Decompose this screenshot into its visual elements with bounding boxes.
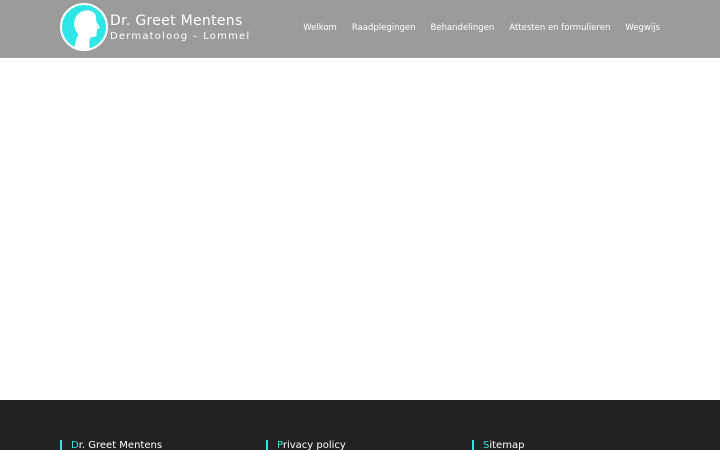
footer-heading-privacy-policy[interactable]: Privacy policy bbox=[266, 440, 346, 450]
face-profile-icon[interactable] bbox=[60, 3, 108, 51]
footer-heading-text: r. Greet Mentens bbox=[78, 440, 163, 450]
brand-subtitle: Dermatoloog – Lommel bbox=[110, 31, 251, 42]
site-footer: Dr. Greet Mentens Privacy policy Sitemap bbox=[0, 400, 720, 450]
footer-heading-text: rivacy policy bbox=[282, 440, 346, 450]
brand[interactable]: Dr. Greet Mentens Dermatoloog – Lommel bbox=[110, 13, 250, 43]
footer-heading-dr-greet-mentens: Dr. Greet Mentens bbox=[60, 440, 162, 450]
nav-item-welkom[interactable]: Welkom bbox=[303, 22, 337, 34]
main-content bbox=[0, 58, 720, 400]
main-nav: Welkom Raadplegingen Behandelingen Attes… bbox=[303, 22, 660, 34]
footer-heading-text: itemap bbox=[489, 440, 525, 450]
nav-item-attesten-en-formulieren[interactable]: Attesten en formulieren bbox=[509, 22, 610, 34]
nav-item-behandelingen[interactable]: Behandelingen bbox=[431, 22, 495, 34]
footer-heading-sitemap[interactable]: Sitemap bbox=[472, 440, 524, 450]
brand-name[interactable]: Dr. Greet Mentens bbox=[110, 13, 250, 30]
nav-item-raadplegingen[interactable]: Raadplegingen bbox=[352, 22, 416, 34]
site-header: Dr. Greet Mentens Dermatoloog – Lommel W… bbox=[0, 0, 720, 58]
nav-item-wegwijs[interactable]: Wegwijs bbox=[625, 22, 660, 34]
footer-heading-initial: D bbox=[71, 440, 79, 450]
